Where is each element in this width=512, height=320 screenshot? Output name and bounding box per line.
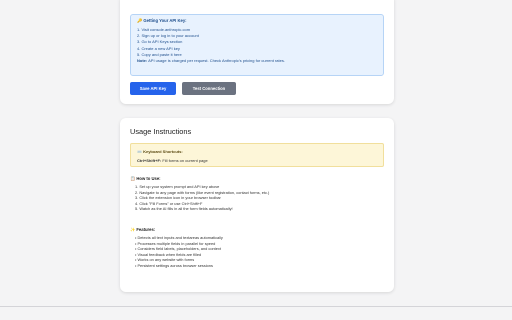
api-key-card: 🔑 Getting Your API Key: 1. Visit console… <box>120 0 394 104</box>
save-api-key-button[interactable]: Save API Key <box>130 82 176 95</box>
keyboard-shortcuts-box: ⌨️ Keyboard Shortcuts: Ctrl+Shift+F: Fil… <box>130 143 384 167</box>
api-key-steps-list: 1. Visit console.anthropic.com 2. Sign u… <box>137 27 377 58</box>
features-list: • Detects all text inputs and textareas … <box>135 235 223 268</box>
feature-item: • Persistent settings across browser ses… <box>135 262 213 268</box>
page-divider <box>0 306 512 307</box>
api-key-help-box: 🔑 Getting Your API Key: 1. Visit console… <box>130 14 384 76</box>
page: { "api_key_box": { "title": "🔑 Getting Y… <box>0 0 512 320</box>
shortcut-desc: Fill forms on current page <box>161 158 208 163</box>
usage-title: Usage Instructions <box>130 127 192 136</box>
how-to-use-title: 📋 How to Use: <box>130 176 161 181</box>
how-to-step: 5. Watch as the AI fills in all the form… <box>135 206 233 211</box>
shortcuts-title: ⌨️ Keyboard Shortcuts: <box>137 149 183 154</box>
features-title: ✨ Features: <box>130 227 156 232</box>
shortcut-key: Ctrl+Shift+F: <box>137 158 162 163</box>
feature-item: • Considers field labels, placeholders, … <box>135 246 221 251</box>
api-key-help-title: 🔑 Getting Your API Key: <box>137 18 187 23</box>
usage-instructions-card: Usage Instructions ⌨️ Keyboard Shortcuts… <box>120 118 394 292</box>
feature-item: • Detects all text inputs and textareas … <box>135 235 223 240</box>
how-to-use-list: 1. Set up your system prompt and API key… <box>135 184 269 212</box>
note-text: API usage is charged per request. Check … <box>147 58 285 64</box>
pricing-note: Note: API usage is charged per request. … <box>137 58 377 64</box>
test-connection-button[interactable]: Test Connection <box>182 82 236 95</box>
shortcut-line: Ctrl+Shift+F: Fill forms on current page <box>137 158 377 163</box>
note-label: Note: <box>137 58 148 64</box>
